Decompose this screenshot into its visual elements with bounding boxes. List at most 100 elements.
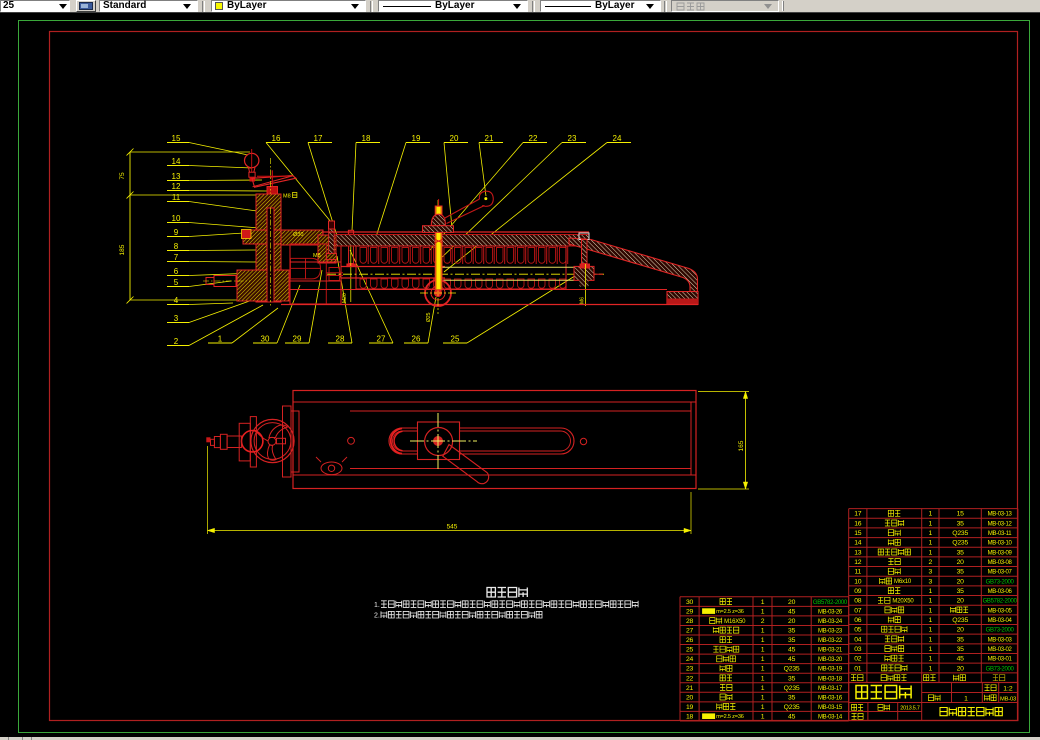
svg-text:GB73-2000: GB73-2000	[986, 579, 1015, 585]
svg-text:75: 75	[119, 172, 126, 180]
svg-text:545: 545	[447, 524, 458, 531]
svg-text:35: 35	[957, 646, 965, 653]
svg-text:07: 07	[854, 607, 862, 614]
svg-text:1: 1	[929, 588, 933, 595]
svg-text:35: 35	[957, 569, 965, 576]
svg-text:35: 35	[957, 636, 965, 643]
svg-text:14: 14	[172, 157, 181, 166]
svg-text:1: 1	[761, 656, 765, 663]
svg-text:15: 15	[172, 134, 181, 143]
svg-text:2: 2	[929, 559, 933, 566]
svg-text:1: 1	[761, 685, 765, 692]
svg-text:20: 20	[957, 559, 965, 566]
svg-text:25: 25	[686, 647, 694, 654]
svg-text:23: 23	[568, 134, 577, 143]
svg-text:22: 22	[529, 134, 538, 143]
svg-text:MB-03: MB-03	[1000, 697, 1016, 703]
svg-text:2.: 2.	[374, 613, 380, 620]
svg-text:28: 28	[686, 618, 694, 625]
svg-text:MB-03-20: MB-03-20	[818, 657, 843, 663]
svg-text:MB-03-17: MB-03-17	[818, 686, 843, 692]
svg-text:8: 8	[174, 242, 179, 251]
svg-text:Ø30: Ø30	[293, 232, 303, 238]
svg-text:35: 35	[788, 628, 796, 635]
svg-text:165: 165	[738, 440, 745, 451]
svg-text:2013.5.7: 2013.5.7	[900, 706, 920, 712]
svg-text:MB-03-09: MB-03-09	[988, 550, 1013, 556]
svg-text:GB5782-2000: GB5782-2000	[813, 600, 848, 606]
svg-text:35: 35	[788, 694, 796, 701]
svg-text:1: 1	[929, 530, 933, 537]
svg-text:20: 20	[450, 134, 459, 143]
svg-text:m=2.5 z=36: m=2.5 z=36	[716, 609, 744, 615]
svg-text:1: 1	[761, 628, 765, 635]
svg-text:MB-03-05: MB-03-05	[988, 608, 1013, 614]
svg-text:4: 4	[174, 296, 179, 305]
svg-text:1: 1	[929, 607, 933, 614]
svg-text:1: 1	[761, 666, 765, 673]
svg-text:27: 27	[686, 628, 694, 635]
svg-text:1: 1	[929, 549, 933, 556]
svg-text:MB-03-18: MB-03-18	[818, 676, 843, 682]
svg-text:M6x10: M6x10	[894, 579, 912, 585]
svg-text:06: 06	[854, 617, 862, 624]
svg-text:45: 45	[788, 656, 796, 663]
svg-text:M20: M20	[342, 293, 348, 303]
svg-text:45: 45	[788, 713, 796, 720]
svg-text:45: 45	[788, 647, 796, 654]
svg-text:MB-03-11: MB-03-11	[988, 531, 1012, 537]
svg-text:Q235: Q235	[784, 666, 800, 673]
svg-text:08: 08	[854, 598, 862, 605]
svg-text:M8: M8	[313, 253, 321, 259]
svg-text:20: 20	[957, 578, 965, 585]
svg-text:25: 25	[451, 335, 460, 344]
svg-text:3: 3	[929, 569, 933, 576]
svg-text:21: 21	[485, 134, 494, 143]
svg-text:23: 23	[686, 666, 694, 673]
svg-text:1: 1	[761, 647, 765, 654]
svg-text:MB-03-07: MB-03-07	[988, 570, 1013, 576]
svg-text:19: 19	[412, 134, 421, 143]
svg-text:M16X50: M16X50	[724, 619, 746, 625]
svg-text:1: 1	[761, 675, 765, 682]
svg-text:1: 1	[761, 694, 765, 701]
svg-text:21: 21	[686, 685, 694, 692]
svg-text:9: 9	[174, 228, 179, 237]
svg-text:35: 35	[957, 520, 965, 527]
svg-text:10: 10	[854, 578, 862, 585]
svg-text:18: 18	[362, 134, 371, 143]
svg-text:1.: 1.	[374, 602, 380, 609]
svg-text:MB-03-24: MB-03-24	[818, 619, 843, 625]
svg-text:1: 1	[964, 696, 968, 703]
svg-text:18: 18	[686, 713, 694, 720]
svg-text:12: 12	[172, 182, 181, 191]
svg-text:MB-03-15: MB-03-15	[818, 705, 843, 711]
svg-text:12: 12	[854, 559, 862, 566]
svg-text:MB-03-23: MB-03-23	[818, 629, 843, 635]
svg-text:45: 45	[788, 608, 796, 615]
svg-text:1: 1	[929, 627, 933, 634]
svg-text:2: 2	[174, 337, 179, 346]
svg-text:3: 3	[174, 314, 179, 323]
svg-text:35: 35	[957, 549, 965, 556]
svg-text:GB5782-2000: GB5782-2000	[983, 599, 1018, 605]
svg-text:1: 1	[929, 636, 933, 643]
svg-text:GB73-2000: GB73-2000	[986, 628, 1015, 634]
svg-text:1: 1	[929, 520, 933, 527]
svg-text:20: 20	[957, 627, 965, 634]
svg-text:Q235: Q235	[784, 704, 800, 711]
svg-text:MB-03-26: MB-03-26	[818, 609, 843, 615]
svg-text:MB-03-02: MB-03-02	[988, 647, 1013, 653]
svg-text:Q235: Q235	[952, 530, 968, 537]
svg-text:5: 5	[174, 278, 179, 287]
svg-text:24: 24	[613, 134, 622, 143]
svg-text:2: 2	[761, 618, 765, 625]
svg-text:11: 11	[172, 193, 181, 202]
svg-text:11: 11	[854, 569, 861, 576]
svg-text:35: 35	[957, 588, 965, 595]
svg-text:02: 02	[854, 656, 862, 663]
svg-text:1: 1	[761, 599, 765, 606]
svg-text:1:2: 1:2	[1003, 686, 1013, 693]
svg-text:GB73-2000: GB73-2000	[986, 666, 1015, 672]
svg-text:03: 03	[854, 646, 862, 653]
